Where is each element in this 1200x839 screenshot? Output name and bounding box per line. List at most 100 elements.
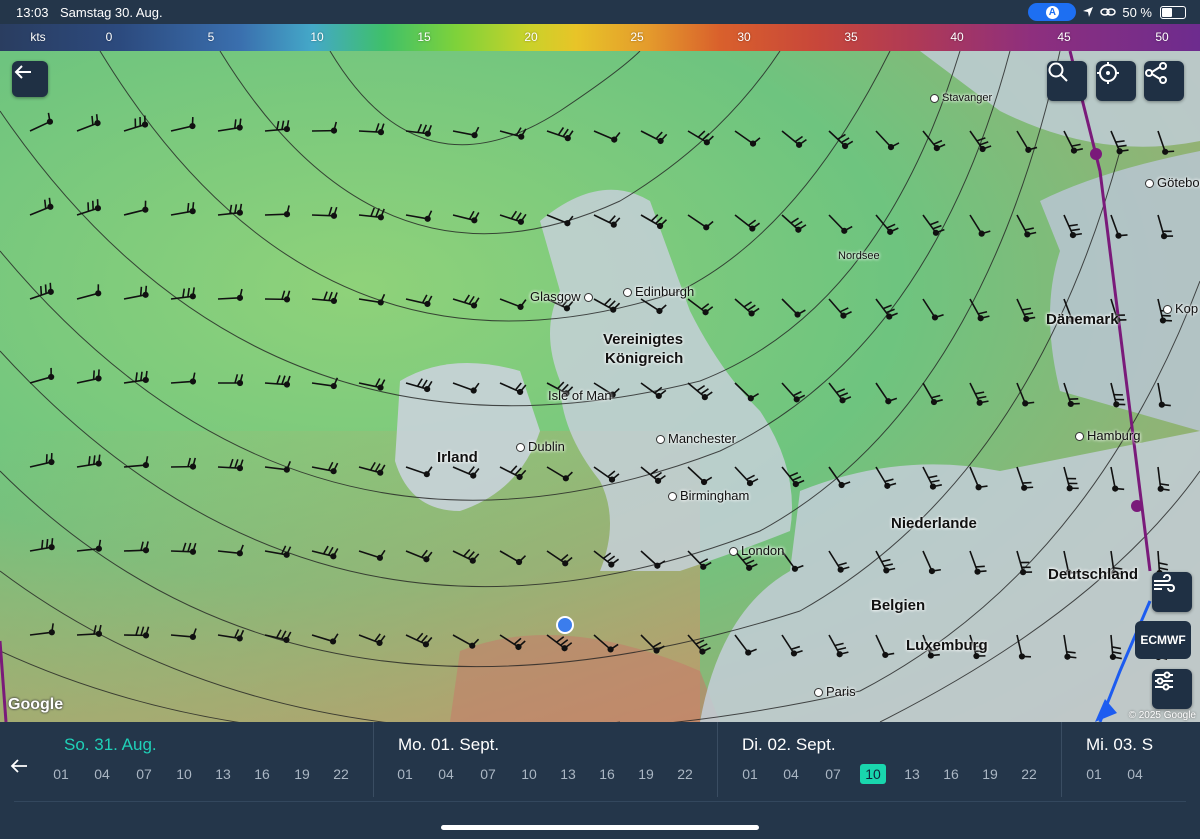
map-label-hamburg: Hamburg [1075, 428, 1140, 443]
wind-barb-dot [564, 135, 571, 142]
wind-barb-dot [657, 137, 664, 145]
route-button[interactable] [1144, 61, 1184, 101]
google-logo: Google [8, 696, 64, 713]
wind-barb-dot [884, 482, 891, 489]
hour-option[interactable]: 13 [555, 764, 581, 784]
hour-option[interactable]: 07 [820, 764, 846, 784]
hour-option[interactable]: 16 [938, 764, 964, 784]
wind-barb-feather [975, 565, 985, 568]
locate-button[interactable] [1096, 61, 1136, 101]
hour-option[interactable]: 01 [737, 764, 763, 784]
wind-barb-dot [1113, 401, 1120, 408]
wind-barb-dot [887, 143, 895, 151]
wind-barb-dot [655, 392, 662, 400]
wind-barb-dot [839, 397, 846, 404]
wind-barb-dot [47, 288, 54, 295]
hour-option[interactable]: 01 [392, 764, 418, 784]
map-label-manchester: Manchester [656, 431, 736, 446]
map-label-daenemark: Dänemark [1046, 311, 1119, 328]
legend-tick: 40 [950, 30, 964, 44]
back-button[interactable] [12, 61, 48, 97]
settings-button[interactable] [1152, 669, 1192, 709]
model-button[interactable]: ECMWF [1135, 621, 1191, 659]
hour-option[interactable]: 01 [48, 764, 74, 784]
wind-barb-dot [653, 647, 660, 654]
wind-barb-dot [883, 567, 890, 574]
hour-option[interactable]: 22 [328, 764, 354, 784]
legend-tick: 30 [737, 30, 751, 44]
day-label[interactable]: So. 31. Aug. [64, 735, 157, 755]
wind-barb-dot [1019, 569, 1027, 576]
hour-option[interactable]: 16 [594, 764, 620, 784]
status-icons: A 50 % [1028, 3, 1186, 21]
wind-barb-dot [1070, 147, 1078, 154]
map-label-deutschland: Deutschland [1048, 566, 1139, 583]
search-button[interactable] [1047, 61, 1087, 101]
hour-option[interactable]: 04 [433, 764, 459, 784]
wind-barb-dot [1112, 485, 1119, 492]
wind-barb-dot [424, 215, 431, 222]
hour-option[interactable]: 07 [131, 764, 157, 784]
wind-barb-dot [1069, 231, 1077, 239]
wind-barb-dot [792, 480, 799, 488]
current-location-marker[interactable] [556, 616, 574, 634]
hour-option[interactable]: 13 [210, 764, 236, 784]
hour-option[interactable]: 01 [1081, 764, 1107, 784]
wind-icon [1154, 574, 1175, 592]
wind-barb-dot [836, 651, 843, 658]
hour-option[interactable]: 19 [977, 764, 1003, 784]
wind-barb-dot [423, 471, 430, 478]
wind-barb-dot [283, 381, 291, 388]
navigation-pill[interactable]: A [1028, 3, 1077, 21]
wind-barb-dot [978, 230, 985, 237]
wind-barb-dot [975, 484, 982, 491]
hour-option[interactable]: 10 [171, 764, 197, 784]
wind-barb-dot [886, 313, 893, 320]
hour-option[interactable]: 16 [249, 764, 275, 784]
hour-option[interactable]: 10 [516, 764, 542, 784]
map-label-stavanger: Stavanger [930, 92, 992, 104]
hour-option[interactable]: 22 [672, 764, 698, 784]
forecast-timeline[interactable]: So. 31. Aug. 01 04 07 10 13 16 19 22 Mo.… [0, 722, 1200, 839]
hour-option[interactable]: 04 [1122, 764, 1148, 784]
wind-barb-dot [377, 129, 385, 136]
hour-option[interactable]: 19 [289, 764, 315, 784]
hour-option[interactable]: 07 [475, 764, 501, 784]
wind-barb-dot [330, 297, 338, 305]
hour-option[interactable]: 04 [89, 764, 115, 784]
wind-layer-button[interactable] [1152, 572, 1192, 612]
location-arrow-icon [1083, 7, 1094, 17]
home-indicator[interactable] [441, 825, 759, 830]
hour-option[interactable]: 04 [778, 764, 804, 784]
wind-barb-dot [746, 479, 754, 487]
wind-barb-dot [189, 463, 197, 470]
wind-barb-dot [611, 136, 618, 143]
wind-barb-dot [283, 125, 291, 133]
wind-barb-dot [283, 551, 290, 558]
hour-option-selected[interactable]: 10 [860, 764, 886, 784]
wind-barb-dot [377, 384, 384, 391]
wind-barb-dot [656, 222, 664, 230]
wind-barb-dot [1066, 485, 1073, 492]
hour-option[interactable]: 19 [633, 764, 659, 784]
day-label[interactable]: Di. 02. Sept. [742, 735, 836, 755]
map-label-birmingham: Birmingham [668, 488, 749, 503]
hour-option[interactable]: 22 [1016, 764, 1042, 784]
wind-barb-dot [517, 218, 525, 225]
hour-option[interactable]: 13 [899, 764, 925, 784]
wind-barb-dot [424, 300, 431, 308]
wind-barb-dot [95, 460, 102, 467]
wind-barb-dot [932, 229, 940, 236]
day-label[interactable]: Mo. 01. Sept. [398, 735, 499, 755]
arrow-left-icon [14, 65, 31, 79]
map-label-london: London [729, 543, 784, 558]
weather-map[interactable]: Stavanger Göteborg Kop Nordsee Edinburgh… [0, 51, 1200, 722]
wind-barb-dot [236, 550, 243, 557]
wind-barb-dot [189, 378, 197, 385]
wind-barb-dot [46, 118, 54, 125]
wind-barb-feather [40, 286, 43, 296]
wind-barb-dot [931, 314, 939, 321]
day-block: Di. 02. Sept. 01 04 07 10 13 16 19 22 [718, 722, 1060, 802]
wind-barb-dot [236, 379, 244, 387]
day-label[interactable]: Mi. 03. S [1086, 735, 1153, 755]
